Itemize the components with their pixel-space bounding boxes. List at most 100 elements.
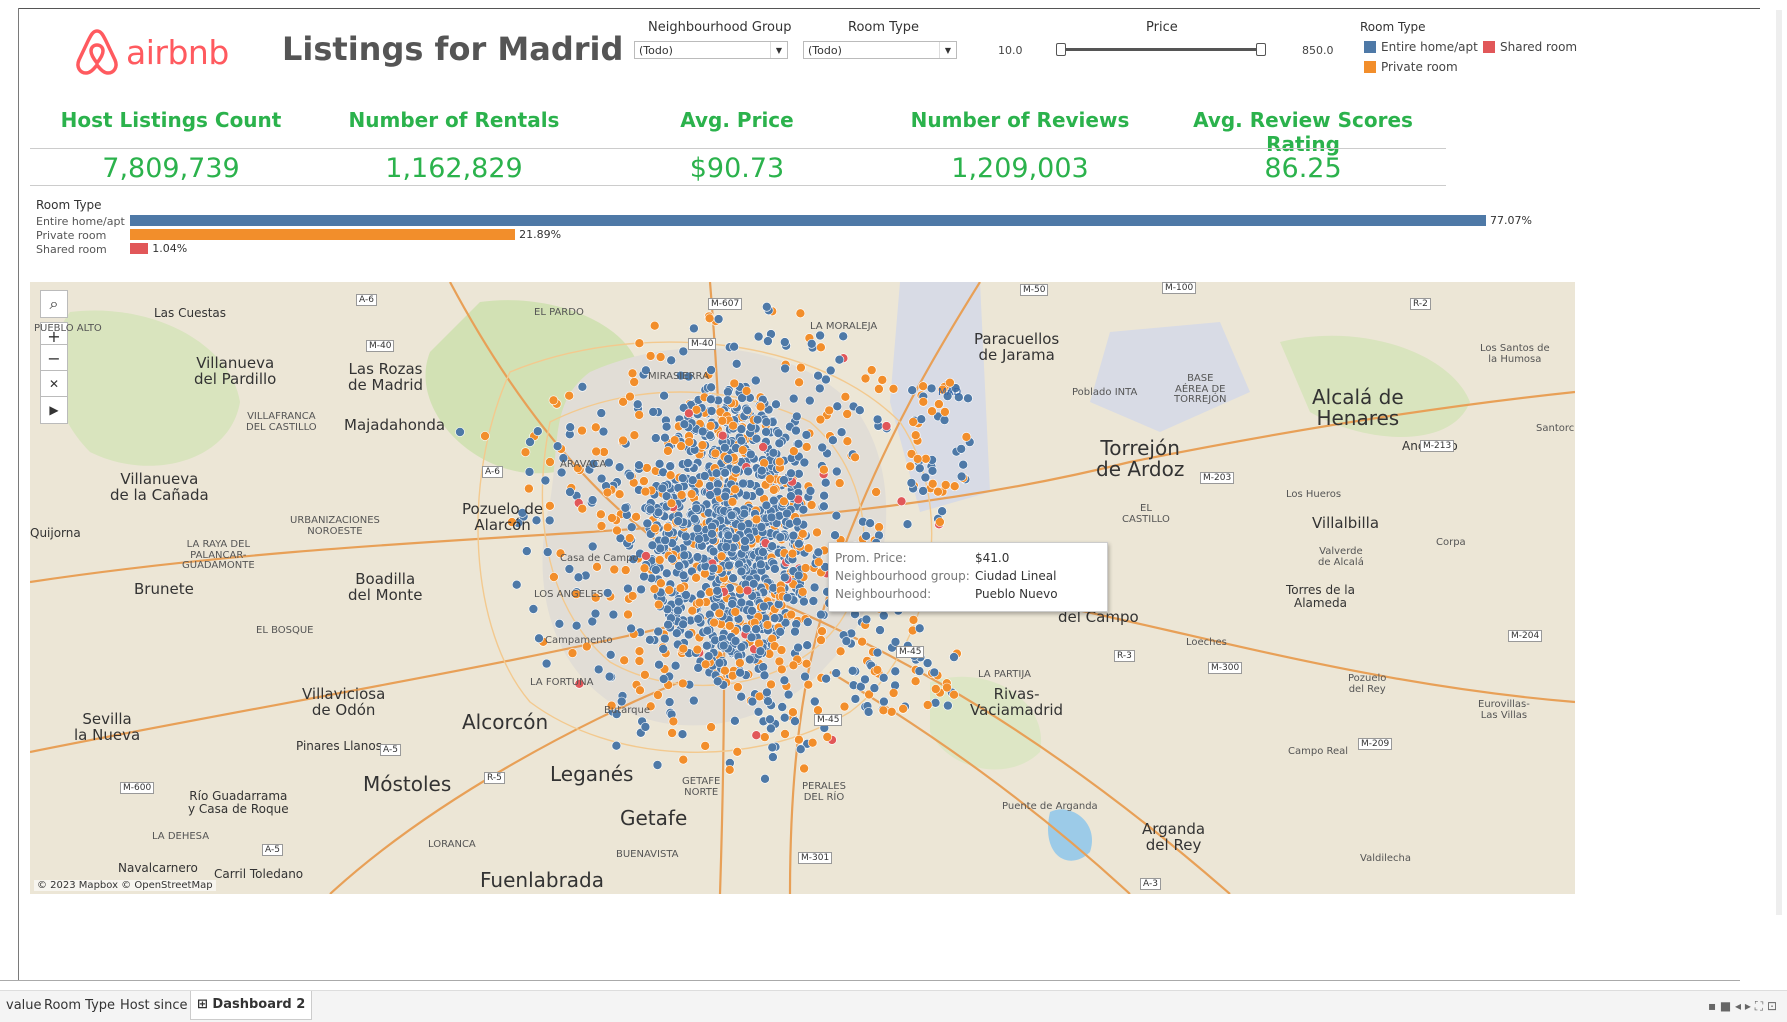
listing-dot[interactable] bbox=[819, 464, 829, 475]
listing-dot[interactable] bbox=[830, 530, 840, 540]
listing-dot[interactable] bbox=[949, 481, 960, 491]
listing-dot[interactable] bbox=[815, 414, 826, 425]
listing-dot[interactable] bbox=[528, 604, 539, 614]
listing-dot[interactable] bbox=[639, 571, 649, 582]
listing-dot[interactable] bbox=[714, 608, 725, 619]
listing-dot[interactable] bbox=[914, 666, 925, 676]
listing-dot[interactable] bbox=[878, 705, 889, 716]
listing-dot[interactable] bbox=[878, 610, 889, 621]
listing-dot[interactable] bbox=[626, 623, 636, 634]
listing-dot[interactable] bbox=[593, 664, 604, 675]
listing-dot[interactable] bbox=[665, 461, 676, 471]
listing-dot[interactable] bbox=[766, 679, 776, 690]
tab-navigation-icons[interactable]: ▪ ■ ◂ ▸ ⛶ ⊡ bbox=[1708, 999, 1777, 1014]
listing-dot[interactable] bbox=[814, 383, 825, 394]
listing-dot[interactable] bbox=[767, 742, 778, 753]
listing-dot[interactable] bbox=[920, 454, 931, 464]
listing-dot[interactable] bbox=[634, 338, 645, 349]
listing-dot[interactable] bbox=[684, 408, 694, 419]
listing-dot[interactable] bbox=[702, 640, 712, 651]
listing-dot[interactable] bbox=[794, 377, 804, 388]
listing-dot[interactable] bbox=[806, 500, 817, 510]
listing-dot[interactable] bbox=[480, 431, 490, 441]
listing-dot[interactable] bbox=[907, 385, 918, 395]
listing-dot[interactable] bbox=[605, 649, 616, 660]
listing-dot[interactable] bbox=[649, 320, 660, 331]
listing-dot[interactable] bbox=[801, 442, 812, 452]
listing-dot[interactable] bbox=[813, 370, 823, 381]
listing-dot[interactable] bbox=[705, 490, 715, 500]
listing-dot[interactable] bbox=[940, 407, 950, 417]
listing-dot[interactable] bbox=[762, 687, 772, 698]
listing-dot[interactable] bbox=[813, 547, 824, 558]
listing-dot[interactable] bbox=[636, 584, 646, 595]
listing-dot[interactable] bbox=[878, 672, 889, 683]
listing-dot[interactable] bbox=[896, 496, 907, 507]
listing-dot[interactable] bbox=[774, 656, 785, 667]
listing-dot[interactable] bbox=[624, 533, 635, 543]
listing-dot[interactable] bbox=[839, 701, 850, 712]
listing-dot[interactable] bbox=[602, 487, 613, 498]
listing-dot[interactable] bbox=[679, 419, 690, 429]
listing-dot[interactable] bbox=[777, 702, 788, 712]
listing-dot[interactable] bbox=[766, 512, 777, 523]
listing-dot[interactable] bbox=[577, 503, 588, 514]
listing-dot[interactable] bbox=[661, 568, 672, 579]
listing-dot[interactable] bbox=[577, 425, 587, 436]
listing-dot[interactable] bbox=[656, 578, 666, 589]
listing-dot[interactable] bbox=[687, 605, 698, 616]
listing-dot[interactable] bbox=[657, 483, 668, 494]
listing-dot[interactable] bbox=[577, 382, 588, 392]
listing-dot[interactable] bbox=[676, 441, 686, 451]
listing-dot[interactable] bbox=[807, 737, 818, 748]
legend-item-entire-home[interactable]: Entire home/apt bbox=[1364, 40, 1478, 54]
listing-dot[interactable] bbox=[623, 609, 633, 620]
listing-dot[interactable] bbox=[788, 393, 799, 404]
listing-dot[interactable] bbox=[573, 572, 584, 583]
listing-dot[interactable] bbox=[688, 695, 699, 706]
listing-dot[interactable] bbox=[587, 541, 598, 552]
listing-dot[interactable] bbox=[661, 421, 672, 432]
listing-dot[interactable] bbox=[674, 561, 684, 571]
listing-dot[interactable] bbox=[813, 557, 824, 567]
listing-dot[interactable] bbox=[736, 424, 747, 434]
listing-dot[interactable] bbox=[937, 506, 947, 516]
listing-dot[interactable] bbox=[786, 491, 796, 501]
listing-dot[interactable] bbox=[802, 617, 813, 627]
listing-dot[interactable] bbox=[658, 644, 669, 654]
listing-dot[interactable] bbox=[793, 439, 804, 449]
listing-dot[interactable] bbox=[841, 636, 852, 646]
listing-dot[interactable] bbox=[918, 486, 928, 496]
listing-dot[interactable] bbox=[664, 697, 675, 707]
listing-dot[interactable] bbox=[520, 447, 531, 457]
listing-dot[interactable] bbox=[634, 646, 645, 657]
listing-dot[interactable] bbox=[857, 636, 867, 647]
listing-dot[interactable] bbox=[542, 547, 553, 557]
listing-dot[interactable] bbox=[730, 636, 741, 646]
listing-dot[interactable] bbox=[834, 478, 845, 488]
listing-dot[interactable] bbox=[736, 691, 747, 702]
listing-dot[interactable] bbox=[916, 414, 927, 424]
listing-dot[interactable] bbox=[914, 463, 925, 474]
listing-dot[interactable] bbox=[554, 618, 565, 629]
listing-dot[interactable] bbox=[939, 415, 950, 425]
listing-dot[interactable] bbox=[775, 626, 786, 637]
listing-dot[interactable] bbox=[717, 430, 728, 441]
listing-dot[interactable] bbox=[820, 477, 831, 488]
listing-dot[interactable] bbox=[647, 540, 658, 551]
listing-dot[interactable] bbox=[788, 530, 799, 541]
listing-dot[interactable] bbox=[751, 433, 762, 444]
listing-dot[interactable] bbox=[817, 442, 828, 453]
listing-dot[interactable] bbox=[768, 495, 779, 506]
listing-dot[interactable] bbox=[806, 338, 817, 349]
listing-dot[interactable] bbox=[653, 690, 663, 700]
listing-dot[interactable] bbox=[634, 410, 645, 420]
listing-dot[interactable] bbox=[760, 773, 770, 784]
listing-dot[interactable] bbox=[795, 308, 806, 319]
listing-dot[interactable] bbox=[759, 601, 769, 612]
listing-dot[interactable] bbox=[677, 678, 688, 689]
listing-dot[interactable] bbox=[717, 416, 728, 426]
listing-dot[interactable] bbox=[861, 614, 872, 625]
listing-dot[interactable] bbox=[549, 572, 559, 582]
listing-dot[interactable] bbox=[831, 668, 842, 678]
